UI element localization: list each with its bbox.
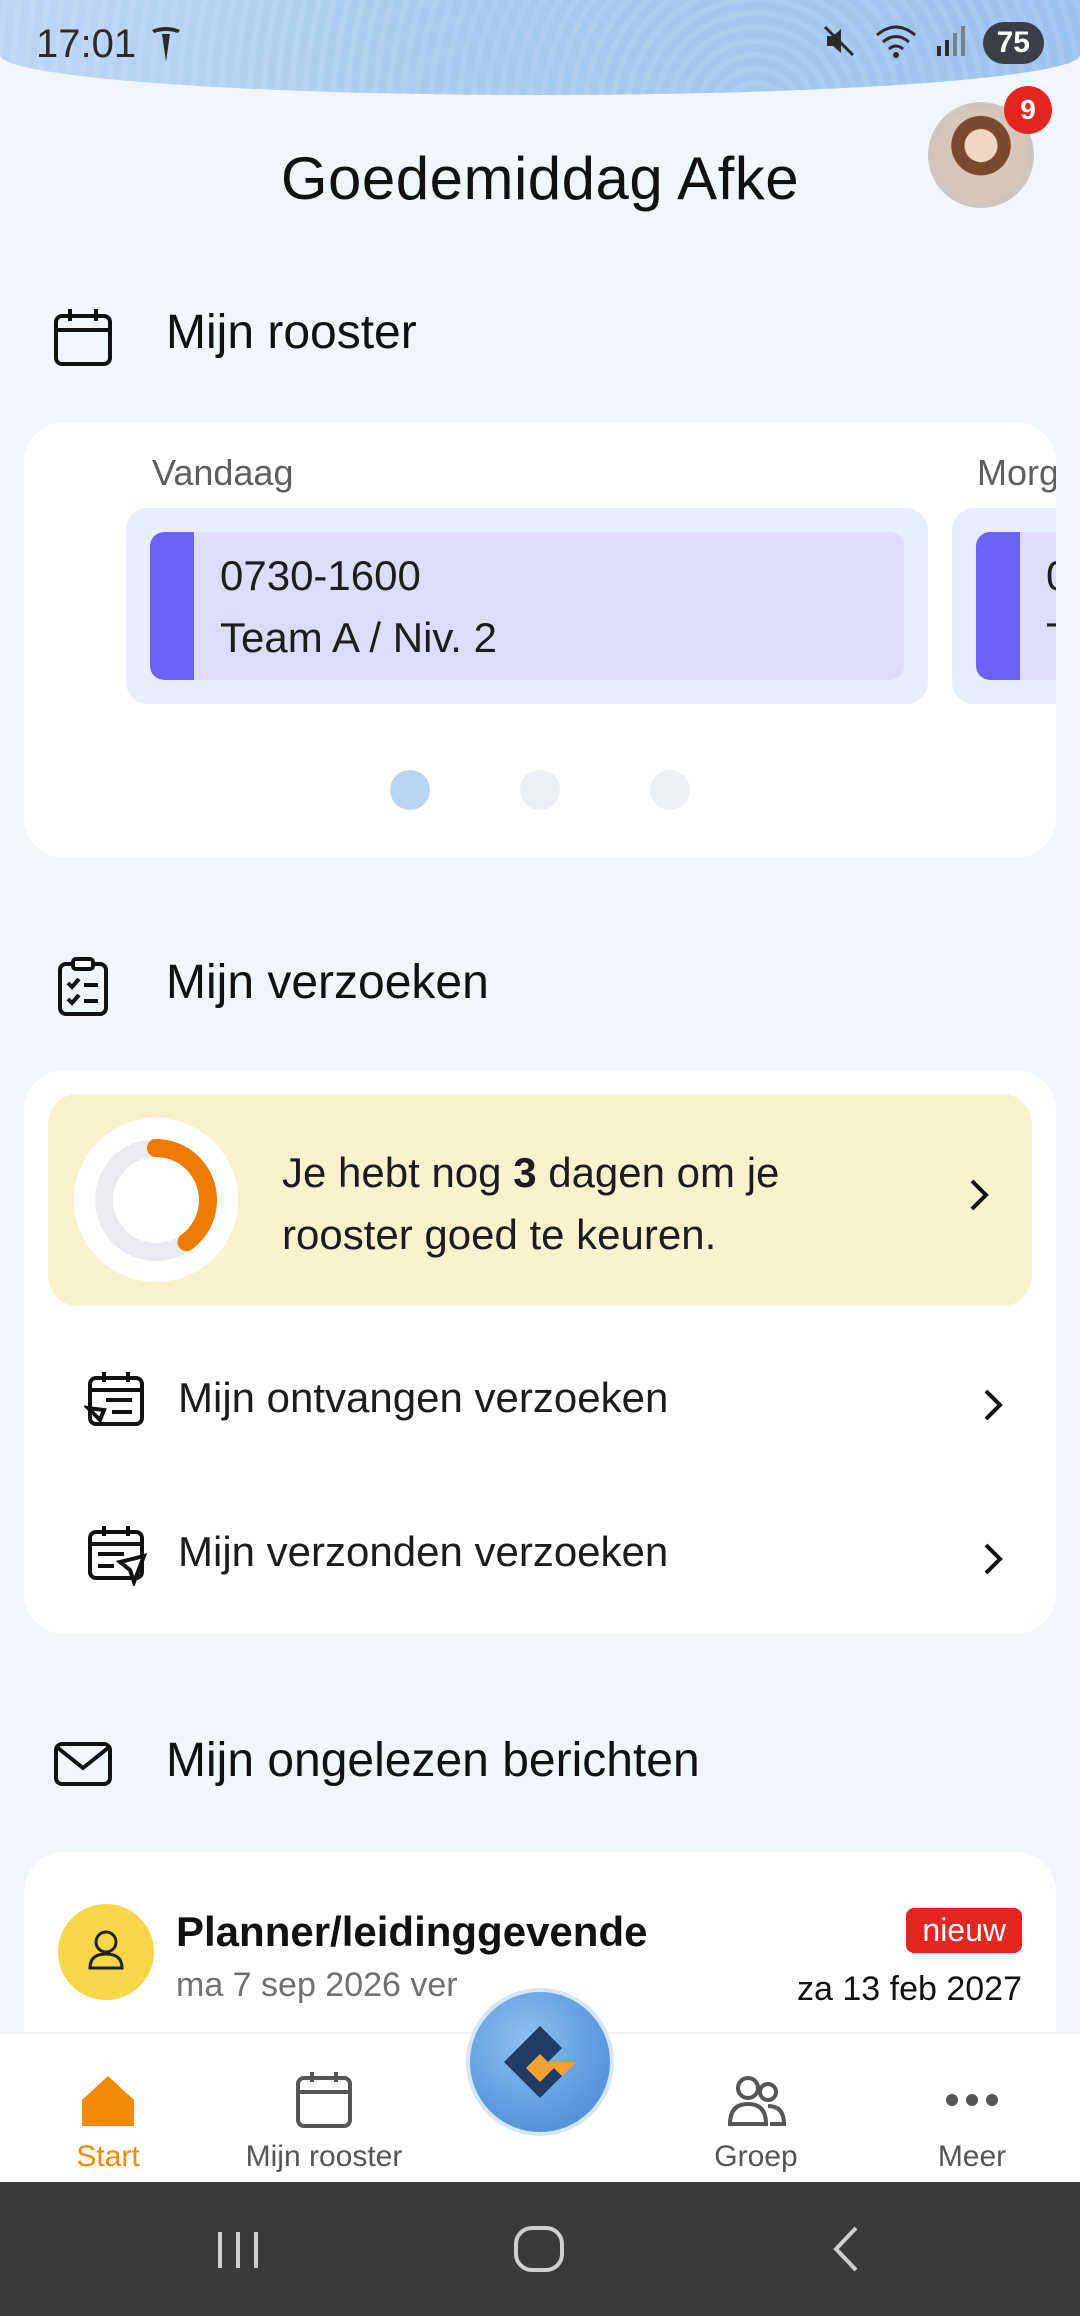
sent-requests-label: Mijn verzonden verzoeken [178,1528,669,1575]
shift-team: Team A / Niv. 2 [220,614,497,661]
nav-my-roster-label: Mijn rooster [245,2140,403,2173]
roster-approval-banner[interactable]: Je hebt nog 3 dagen om je rooster goed t… [48,1094,1032,1306]
more-icon [946,2094,998,2106]
message-preview: ma 7 sep 2026 ver [176,1966,458,2004]
sent-requests-row[interactable]: Mijn verzonden verzoeken [24,1492,1056,1612]
received-requests-row[interactable]: Mijn ontvangen verzoeken [24,1338,1056,1458]
battery-indicator: 75 [982,22,1044,64]
signal-icon [935,24,965,63]
approval-days-count: 3 [513,1149,537,1196]
nav-more-label: Meer [937,2140,1007,2173]
nav-my-roster[interactable]: Mijn rooster [234,2034,414,2184]
message-date: za 13 feb 2027 [797,1970,1022,2008]
recent-apps-icon[interactable] [214,2212,264,2287]
shift-color-bar [150,532,194,680]
roster-section-title: Mijn rooster [166,306,417,359]
chevron-right-icon [968,1170,990,1224]
approval-progress-ring [74,1118,238,1282]
status-time: 17:01 [36,22,137,66]
shift-color-bar-tomorrow [976,532,1020,680]
shift-card-tomorrow[interactable]: 0 T [952,508,1056,704]
sent-requests-icon [84,1522,148,1588]
sender-avatar [58,1904,154,2000]
nav-group[interactable]: Groep [666,2034,846,2184]
calendar-icon [296,2072,352,2128]
carousel-dot-3[interactable] [650,770,690,810]
home-button-icon[interactable] [512,2212,568,2287]
requests-section-title: Mijn verzoeken [166,956,489,1009]
app-logo-icon [504,2026,576,2098]
roster-carousel[interactable]: Vandaag 0730-1600 Team A / Niv. 2 Morg 0… [24,422,1056,858]
shift-time: 0730-1600 [220,552,421,599]
group-icon [727,2076,786,2126]
shift-time-tomorrow: 0 [1046,552,1056,600]
requests-card: Je hebt nog 3 dagen om je rooster goed t… [24,1070,1056,1634]
shift-details: 0730-1600 Team A / Niv. 2 [150,532,904,680]
received-requests-icon [82,1368,148,1432]
back-icon[interactable] [822,2212,872,2287]
nav-group-label: Groep [714,2140,798,2173]
calendar-icon [52,306,114,368]
chevron-right-icon [982,1380,1004,1434]
shift-details-tomorrow: 0 T [976,532,1056,680]
home-icon [82,2076,134,2126]
envelope-icon [52,1732,114,1794]
greeting-title: Goedemiddag Afke [280,145,800,212]
clipboard-checklist-icon [52,956,114,1018]
shift-card-today[interactable]: 0730-1600 Team A / Niv. 2 [126,508,928,704]
messages-section-title: Mijn ongelezen berichten [166,1734,700,1787]
day-label-today: Vandaag [152,452,294,493]
app-logo-button[interactable] [466,1988,614,2136]
profile-avatar[interactable]: 9 [928,86,1052,208]
day-label-tomorrow: Morg [977,452,1056,493]
approval-message: Je hebt nog 3 dagen om je rooster goed t… [282,1142,842,1266]
chevron-right-icon [982,1534,1004,1588]
message-sender: Planner/leidinggevende [176,1908,648,1955]
new-badge: nieuw [906,1908,1022,1953]
system-navigation-bar [0,2182,1080,2316]
approval-text-before: Je hebt nog [282,1149,514,1196]
nav-start[interactable]: Start [18,2034,198,2184]
mute-icon [821,23,857,64]
shift-team-tomorrow: T [1046,614,1056,662]
nav-start-label: Start [76,2140,140,2173]
status-bar: 17:01 75 [0,0,1080,95]
carousel-dot-2[interactable] [520,770,560,810]
tesla-icon [148,24,184,69]
nav-more[interactable]: Meer [882,2034,1062,2184]
received-requests-label: Mijn ontvangen verzoeken [178,1374,669,1421]
carousel-dot-1[interactable] [390,770,430,810]
notification-badge: 9 [1004,86,1052,134]
wifi-icon [875,23,917,64]
